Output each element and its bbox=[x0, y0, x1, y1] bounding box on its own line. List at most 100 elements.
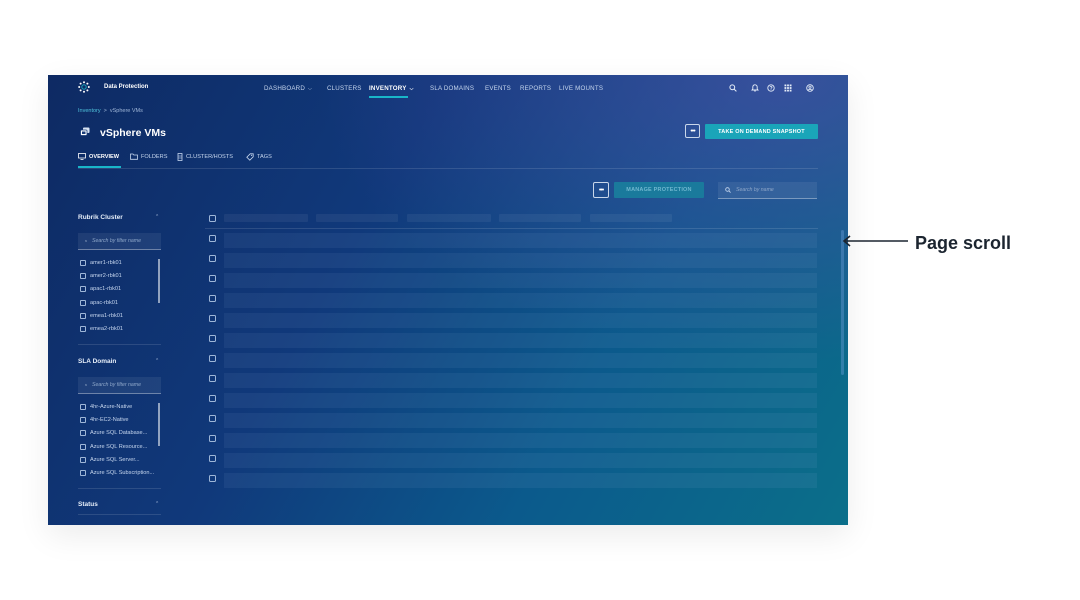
table-header-cell[interactable] bbox=[316, 214, 398, 222]
chevron-up-icon[interactable]: ⌃ bbox=[155, 214, 159, 220]
checkbox[interactable] bbox=[80, 299, 86, 306]
row-checkbox[interactable] bbox=[209, 395, 216, 402]
row-checkbox[interactable] bbox=[209, 375, 216, 382]
table-row[interactable] bbox=[224, 413, 817, 428]
table-row[interactable] bbox=[224, 353, 817, 368]
tab-overview[interactable]: OVERVIEW bbox=[78, 153, 119, 160]
page-scroll-annotation: Page scroll bbox=[915, 233, 1012, 253]
nav-item-live-mounts[interactable]: LIVE MOUNTS bbox=[559, 85, 603, 92]
table-search-box bbox=[718, 182, 817, 199]
table-header-cell[interactable] bbox=[590, 214, 672, 222]
sla-domain-filter-input[interactable] bbox=[92, 382, 161, 388]
table-row[interactable] bbox=[224, 253, 817, 268]
search-icon[interactable] bbox=[728, 83, 738, 93]
checkbox[interactable] bbox=[80, 403, 86, 410]
page-title: vSphere VMs bbox=[100, 127, 166, 139]
help-icon[interactable] bbox=[766, 83, 776, 93]
nav-item-reports[interactable]: REPORTS bbox=[520, 85, 551, 92]
bell-icon[interactable] bbox=[750, 83, 760, 93]
table-row[interactable] bbox=[224, 273, 817, 288]
row-checkbox[interactable] bbox=[209, 275, 216, 282]
rubrik-cluster-filter-input[interactable] bbox=[92, 238, 161, 244]
filter-list-scrollbar[interactable] bbox=[158, 259, 160, 303]
checkbox[interactable] bbox=[80, 286, 86, 293]
table-row[interactable] bbox=[224, 233, 817, 248]
filter-option-apac1-rbk01[interactable]: apac1-rbk01 bbox=[80, 283, 156, 296]
nav-item-sla-domains[interactable]: SLA DOMAINS bbox=[430, 85, 474, 92]
rubrik-cluster-filter-list: amer1-rbk01 amer2-rbk01 apac1-rbk01 apac… bbox=[80, 256, 156, 336]
filter-section-divider bbox=[78, 344, 161, 345]
checkbox[interactable] bbox=[80, 272, 86, 279]
table-row[interactable] bbox=[224, 453, 817, 468]
checkbox[interactable] bbox=[80, 326, 86, 333]
filter-option-azure-sql-resource[interactable]: Azure SQL Resource... bbox=[80, 440, 158, 453]
apps-grid-icon[interactable] bbox=[783, 83, 793, 93]
take-on-demand-snapshot-button[interactable]: TAKE ON DEMAND SNAPSHOT bbox=[705, 124, 818, 139]
row-checkbox[interactable] bbox=[209, 235, 216, 242]
nav-label: SLA DOMAINS bbox=[430, 85, 475, 92]
row-checkbox[interactable] bbox=[209, 355, 216, 362]
filter-option-apac-rbk01[interactable]: apac-rbk01 bbox=[80, 296, 156, 309]
folder-icon bbox=[130, 153, 138, 160]
filter-option-amer1-rbk01[interactable]: amer1-rbk01 bbox=[80, 256, 156, 269]
table-row[interactable] bbox=[224, 393, 817, 408]
row-checkbox[interactable] bbox=[209, 455, 216, 462]
nav-item-dashboard[interactable]: DASHBOARD ⌵ bbox=[264, 85, 312, 92]
row-checkbox[interactable] bbox=[209, 315, 216, 322]
select-all-checkbox[interactable] bbox=[209, 215, 216, 222]
nav-item-inventory[interactable]: INVENTORY ⌵ bbox=[369, 85, 414, 92]
table-more-actions-button[interactable]: ••• bbox=[593, 182, 609, 198]
page-scrollbar[interactable] bbox=[841, 230, 844, 375]
server-icon bbox=[177, 153, 183, 161]
filter-option-emea1-rbk01[interactable]: emea1-rbk01 bbox=[80, 309, 156, 322]
table-header-divider bbox=[205, 228, 818, 229]
row-checkbox[interactable] bbox=[209, 295, 216, 302]
chevron-up-icon[interactable]: ⌃ bbox=[155, 358, 159, 364]
search-by-name-input[interactable] bbox=[736, 187, 806, 193]
checkbox[interactable] bbox=[80, 259, 86, 266]
table-row[interactable] bbox=[224, 433, 817, 448]
page-more-actions-button[interactable]: ••• bbox=[685, 124, 700, 138]
tab-label: TAGS bbox=[257, 154, 272, 160]
checkbox[interactable] bbox=[80, 416, 86, 423]
filter-option-azure-sql-subscription[interactable]: Azure SQL Subscription... bbox=[80, 466, 158, 479]
table-header-cell[interactable] bbox=[224, 214, 308, 222]
checkbox[interactable] bbox=[80, 312, 86, 319]
table-row[interactable] bbox=[224, 473, 817, 488]
filter-list-scrollbar[interactable] bbox=[158, 403, 160, 446]
row-checkbox[interactable] bbox=[209, 335, 216, 342]
row-checkbox[interactable] bbox=[209, 435, 216, 442]
tab-folders[interactable]: FOLDERS bbox=[130, 153, 167, 160]
filter-option-azure-sql-database[interactable]: Azure SQL Database... bbox=[80, 427, 158, 440]
checkbox[interactable] bbox=[80, 430, 86, 437]
filter-option-4hr-azure-native[interactable]: 4hr-Azure-Native bbox=[80, 400, 158, 413]
rubrik-cluster-filter-title: Rubrik Cluster bbox=[78, 214, 123, 221]
checkbox[interactable] bbox=[80, 443, 86, 450]
checkbox[interactable] bbox=[80, 470, 86, 477]
monitor-icon bbox=[78, 153, 86, 160]
breadcrumb-link-inventory[interactable]: Inventory bbox=[78, 108, 101, 114]
nav-item-events[interactable]: EVENTS bbox=[485, 85, 511, 92]
manage-protection-button[interactable]: MANAGE PROTECTION bbox=[614, 182, 704, 198]
table-row[interactable] bbox=[224, 373, 817, 388]
table-row[interactable] bbox=[224, 313, 817, 328]
tab-cluster-hosts[interactable]: CLUSTER/HOSTS bbox=[177, 153, 233, 161]
filter-option-amer2-rbk01[interactable]: amer2-rbk01 bbox=[80, 269, 156, 282]
row-checkbox[interactable] bbox=[209, 255, 216, 262]
tab-tags[interactable]: TAGS bbox=[246, 153, 272, 161]
row-checkbox[interactable] bbox=[209, 415, 216, 422]
sla-domain-filter-list: 4hr-Azure-Native 4hr-EC2-Native Azure SQ… bbox=[80, 400, 158, 480]
tab-label: CLUSTER/HOSTS bbox=[186, 154, 233, 160]
chevron-up-icon[interactable]: ⌃ bbox=[155, 501, 159, 507]
table-header-cell[interactable] bbox=[407, 214, 491, 222]
filter-option-4hr-ec2-native[interactable]: 4hr-EC2-Native bbox=[80, 413, 158, 426]
table-header-cell[interactable] bbox=[499, 214, 581, 222]
filter-option-emea2-rbk01[interactable]: emea2-rbk01 bbox=[80, 322, 156, 335]
row-checkbox[interactable] bbox=[209, 475, 216, 482]
nav-item-clusters[interactable]: CLUSTERS bbox=[327, 85, 362, 92]
filter-option-azure-sql-server[interactable]: Azure SQL Server... bbox=[80, 453, 158, 466]
table-row[interactable] bbox=[224, 293, 817, 308]
checkbox[interactable] bbox=[80, 456, 86, 463]
user-icon[interactable] bbox=[805, 83, 815, 93]
table-row[interactable] bbox=[224, 333, 817, 348]
